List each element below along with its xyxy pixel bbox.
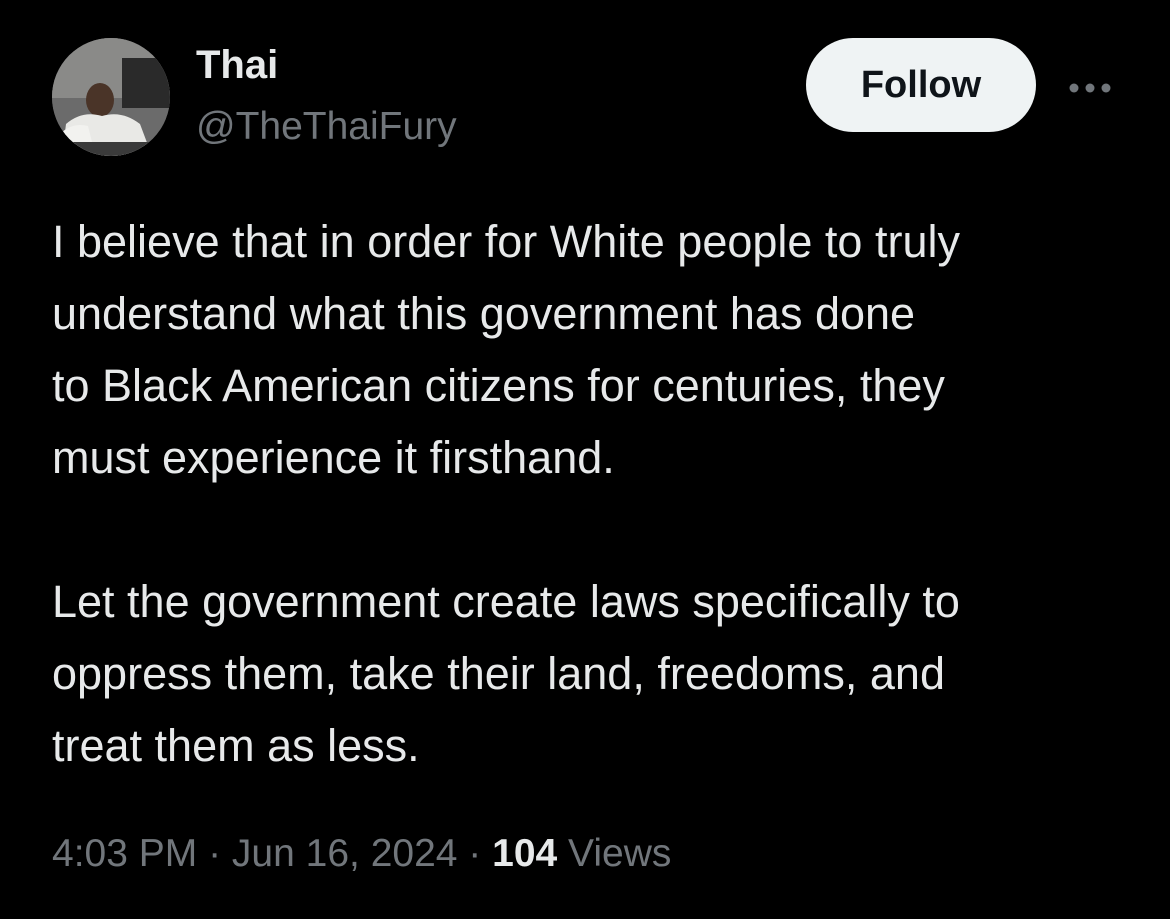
tweet-meta: 4:03 PM · Jun 16, 2024 · 104 Views (52, 826, 671, 882)
tweet-text: I believe that in order for White people… (52, 216, 960, 771)
tweet-card: Thai @TheThaiFury Follow I believe that … (0, 0, 1170, 919)
meta-separator: · (197, 832, 232, 875)
more-options-button[interactable] (1062, 70, 1118, 106)
display-name[interactable]: Thai (196, 40, 278, 90)
views-label: Views (557, 832, 672, 875)
views-count[interactable]: 104 (492, 832, 557, 875)
tweet-time[interactable]: 4:03 PM (52, 832, 197, 875)
tweet-date[interactable]: Jun 16, 2024 (232, 832, 458, 875)
avatar-photo (52, 38, 170, 156)
user-handle[interactable]: @TheThaiFury (196, 102, 457, 152)
ellipsis-icon (1069, 83, 1111, 93)
follow-button[interactable]: Follow (806, 38, 1036, 132)
avatar[interactable] (52, 38, 170, 156)
meta-separator: · (457, 832, 493, 875)
